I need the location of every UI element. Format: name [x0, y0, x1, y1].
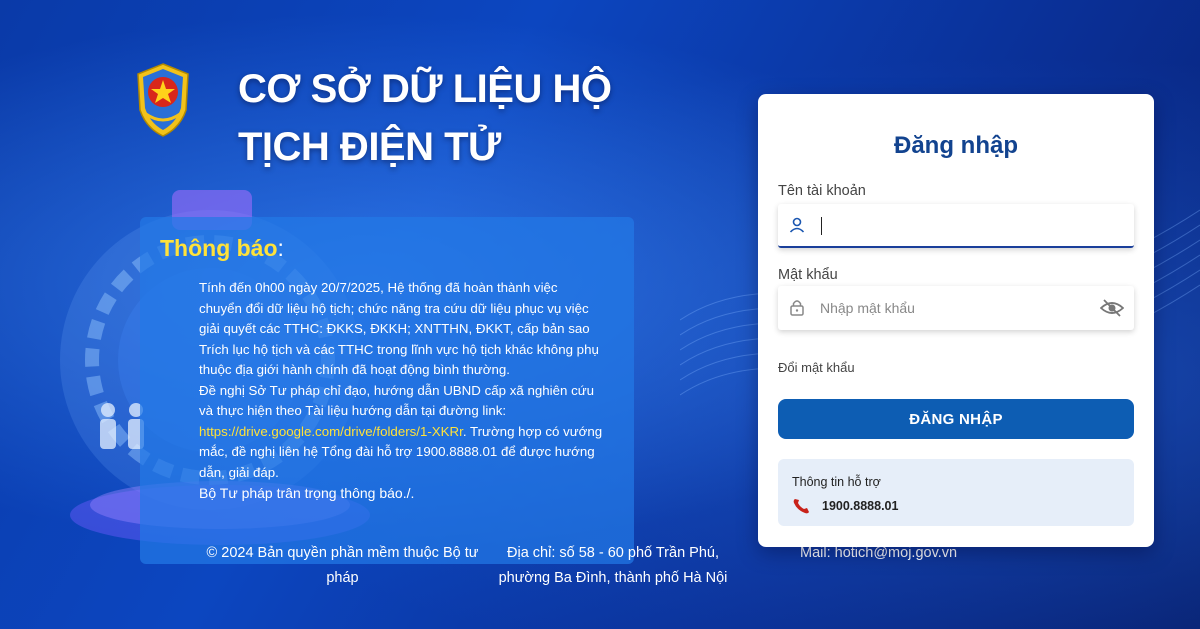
- ministry-emblem-icon: [137, 63, 189, 137]
- eye-off-icon[interactable]: [1100, 298, 1124, 318]
- notice-panel: Thông báo: Tính đến 0h00 ngày 20/7/2025,…: [140, 217, 634, 564]
- notice-title: Thông báo: [160, 235, 278, 261]
- page-title-line-1: CƠ SỞ DỮ LIỆU HỘ: [238, 67, 612, 111]
- change-password-link[interactable]: Đổi mật khẩu: [778, 360, 855, 375]
- username-input[interactable]: [818, 204, 1102, 248]
- footer-address: Địa chỉ: số 58 - 60 phố Trần Phú, phường…: [498, 545, 728, 586]
- password-field: [778, 286, 1134, 330]
- page-title-line-2: TỊCH ĐIỆN TỬ: [238, 125, 501, 169]
- support-info-box: Thông tin hỗ trợ 1900.8888.01: [778, 459, 1134, 526]
- lock-icon: [790, 300, 804, 316]
- notice-heading: Thông báo:: [160, 235, 612, 262]
- notice-paragraph-1: Tính đến 0h00 ngày 20/7/2025, Hệ thống đ…: [199, 280, 599, 377]
- footer-copyright: © 2024 Bản quyền phần mềm thuộc Bộ tư ph…: [206, 545, 479, 586]
- username-field: [778, 204, 1134, 248]
- phone-icon: [793, 499, 809, 514]
- notice-title-colon: :: [277, 235, 284, 261]
- notice-signature: Bộ Tư pháp trân trọng thông báo./.: [199, 485, 415, 501]
- guide-document-link[interactable]: https://drive.google.com/drive/folders/1…: [199, 424, 463, 439]
- login-button[interactable]: ĐĂNG NHẬP: [778, 399, 1134, 439]
- username-label: Tên tài khoản: [778, 183, 866, 199]
- password-input[interactable]: [818, 286, 1102, 330]
- support-phone-row: 1900.8888.01: [792, 497, 1120, 515]
- user-icon: [789, 217, 805, 233]
- notice-paragraph-2-text: Đề nghị Sở Tư pháp chỉ đạo, hướng dẫn UB…: [199, 382, 595, 419]
- support-title: Thông tin hỗ trợ: [792, 475, 881, 489]
- page-title: CƠ SỞ DỮ LIỆU HỘ TỊCH ĐIỆN TỬ: [238, 60, 612, 176]
- notice-body: Tính đến 0h00 ngày 20/7/2025, Hệ thống đ…: [160, 278, 604, 504]
- password-label: Mật khẩu: [778, 267, 838, 283]
- support-phone-number[interactable]: 1900.8888.01: [822, 499, 898, 513]
- login-card: Đăng nhập Tên tài khoản Mật khẩu Đổi mật…: [758, 94, 1154, 547]
- notice-paragraph-2: Đề nghị Sở Tư pháp chỉ đạo, hướng dẫn UB…: [199, 381, 604, 484]
- login-title: Đăng nhập: [894, 132, 1018, 159]
